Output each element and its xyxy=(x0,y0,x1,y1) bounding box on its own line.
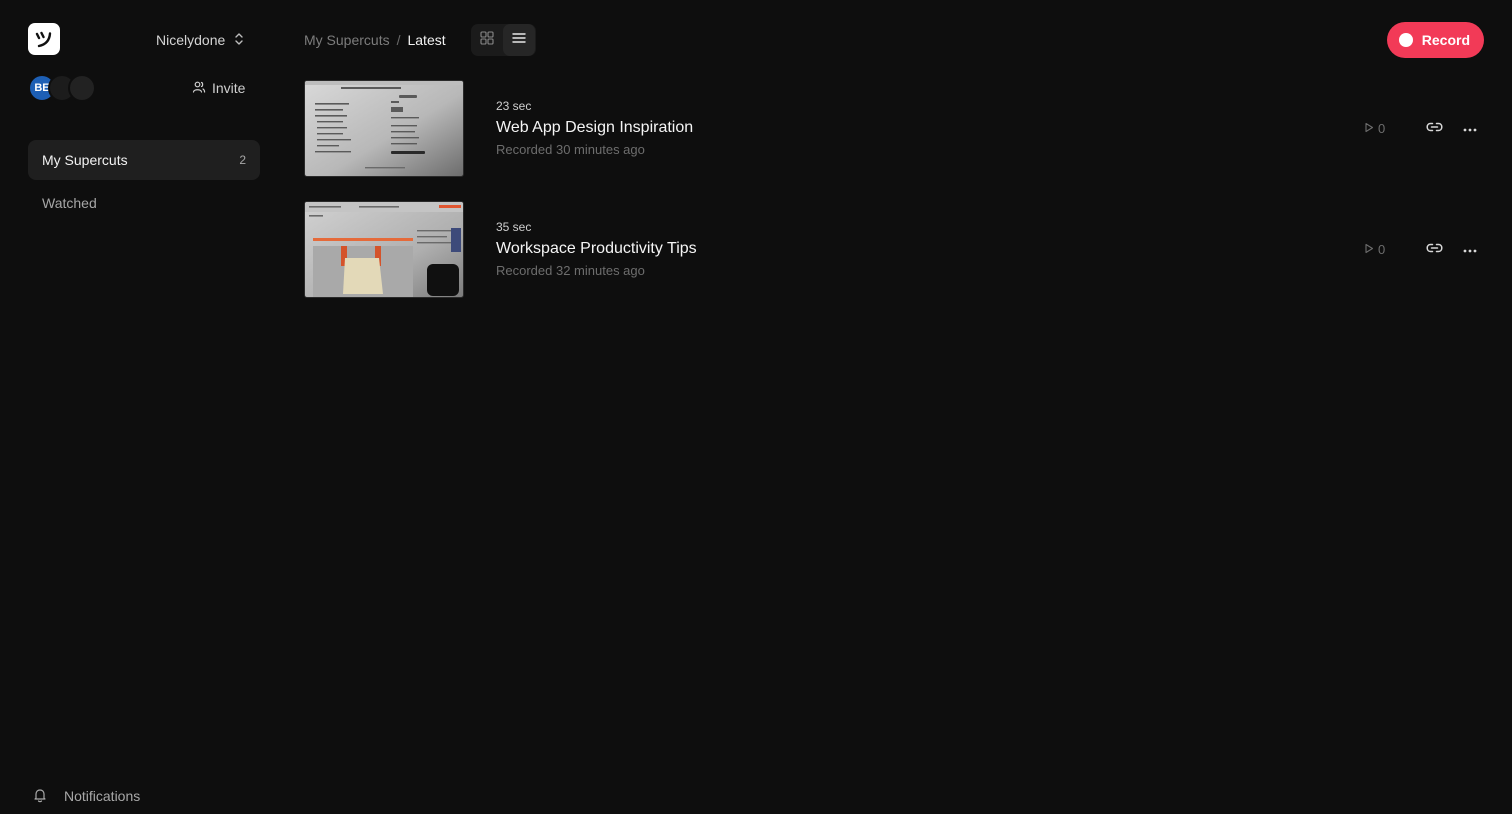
grid-view-button[interactable] xyxy=(471,24,503,56)
video-list: 23 sec Web App Design Inspiration Record… xyxy=(304,80,1484,322)
sidebar-item-label: Watched xyxy=(42,195,97,211)
notifications-label: Notifications xyxy=(64,788,141,804)
link-icon xyxy=(1425,240,1443,258)
more-horizontal-icon xyxy=(1463,119,1477,137)
grid-view-icon xyxy=(480,30,494,50)
bell-icon xyxy=(32,787,48,806)
video-recorded-time: Recorded 30 minutes ago xyxy=(496,142,645,157)
record-button[interactable]: Record xyxy=(1387,22,1484,58)
breadcrumb-separator: / xyxy=(396,32,401,48)
more-options-button[interactable] xyxy=(1458,237,1482,261)
video-thumbnail[interactable] xyxy=(304,80,464,177)
workspace-switcher[interactable]: Nicelydone xyxy=(156,30,244,50)
sidebar-item-watched[interactable]: Watched xyxy=(28,183,260,223)
link-icon xyxy=(1425,119,1443,137)
video-meta: 35 sec Workspace Productivity Tips Recor… xyxy=(496,220,697,278)
video-duration: 35 sec xyxy=(496,220,532,234)
invite-label: Invite xyxy=(212,80,246,96)
sidebar: Nicelydone BE Invite My Supercuts 2 Watc… xyxy=(0,0,288,814)
play-icon xyxy=(1364,121,1374,136)
chevron-up-down-icon xyxy=(234,32,244,49)
supercut-logo-icon[interactable] xyxy=(28,23,60,55)
video-duration: 23 sec xyxy=(496,99,532,113)
view-count: 0 xyxy=(1364,119,1385,137)
copy-link-button[interactable] xyxy=(1422,237,1446,261)
notifications-button[interactable]: Notifications xyxy=(32,786,140,806)
play-icon xyxy=(1364,242,1374,257)
video-thumbnail[interactable] xyxy=(304,201,464,298)
view-count: 0 xyxy=(1364,240,1385,258)
video-meta: 23 sec Web App Design Inspiration Record… xyxy=(496,99,693,157)
video-title[interactable]: Workspace Productivity Tips xyxy=(496,240,697,260)
view-count-value: 0 xyxy=(1378,241,1386,257)
more-horizontal-icon xyxy=(1463,240,1477,258)
record-label: Record xyxy=(1421,32,1470,48)
list-view-icon xyxy=(512,31,526,49)
video-title[interactable]: Web App Design Inspiration xyxy=(496,119,693,139)
breadcrumb-current: Latest xyxy=(407,32,446,48)
view-toggle xyxy=(471,24,536,56)
sidebar-item-count: 2 xyxy=(239,153,246,167)
video-row[interactable]: 23 sec Web App Design Inspiration Record… xyxy=(304,80,1484,177)
record-dot-icon xyxy=(1399,33,1413,47)
breadcrumb: My Supercuts / Latest xyxy=(304,30,446,50)
sidebar-nav: My Supercuts 2 Watched xyxy=(28,140,260,226)
avatar[interactable] xyxy=(68,74,96,102)
sidebar-item-label: My Supercuts xyxy=(42,152,128,168)
video-row[interactable]: 35 sec Workspace Productivity Tips Recor… xyxy=(304,201,1484,298)
list-view-button[interactable] xyxy=(503,24,535,56)
invite-button[interactable]: Invite xyxy=(192,78,245,98)
video-recorded-time: Recorded 32 minutes ago xyxy=(496,263,645,278)
users-icon xyxy=(192,80,206,97)
member-avatars[interactable]: BE xyxy=(28,74,96,102)
workspace-name: Nicelydone xyxy=(156,32,226,48)
breadcrumb-parent[interactable]: My Supercuts xyxy=(304,32,390,48)
view-count-value: 0 xyxy=(1378,120,1386,136)
copy-link-button[interactable] xyxy=(1422,116,1446,140)
sidebar-item-my-supercuts[interactable]: My Supercuts 2 xyxy=(28,140,260,180)
more-options-button[interactable] xyxy=(1458,116,1482,140)
